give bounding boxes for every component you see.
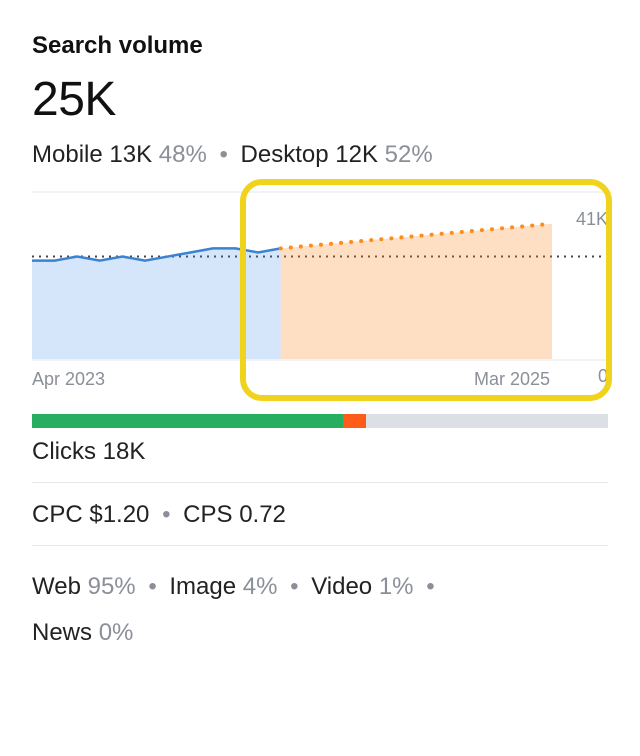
cpc-value: $1.20 [89,501,149,528]
x-label-end: Mar 2025 [474,369,550,390]
desktop-label: Desktop [241,141,329,168]
mobile-label: Mobile [32,141,103,168]
x-label-start: Apr 2023 [32,369,105,390]
image-label: Image [169,573,236,600]
news-label: News [32,619,92,646]
y-tick-top: 41K [576,209,608,230]
desktop-pct: 52% [385,141,433,168]
separator-dot-icon: • [142,573,162,600]
clicks-label: Clicks [32,438,96,465]
search-volume-card: Search volume 25K Mobile 13K 48% • Deskt… [0,0,640,699]
video-pct: 1% [379,573,414,600]
separator-dot-icon: • [420,573,440,600]
volume-value: 25K [32,72,608,127]
device-breakdown: Mobile 13K 48% • Desktop 12K 52% [32,141,608,169]
web-pct: 95% [88,573,136,600]
cps-label: CPS [183,501,232,528]
separator-dot-icon: • [156,501,176,528]
video-label: Video [311,573,372,600]
desktop-value: 12K [335,141,378,168]
channels-row: Web 95% • Image 4% • Video 1% • News 0% [32,545,608,671]
clicks-row: Clicks 18K [32,428,608,482]
news-pct: 0% [99,619,134,646]
clicks-value: 18K [103,438,146,465]
image-pct: 4% [243,573,278,600]
cpc-row: CPC $1.20 • CPS 0.72 [32,482,608,545]
bar-green [32,414,343,428]
web-label: Web [32,573,81,600]
cpc-label: CPC [32,501,83,528]
y-tick-bottom: 0 [598,366,608,387]
mobile-pct: 48% [159,141,207,168]
card-title: Search volume [32,32,608,60]
separator-dot-icon: • [284,573,304,600]
cps-value: 0.72 [239,501,286,528]
bar-grey [366,414,608,428]
distribution-bar [32,414,608,428]
mobile-value: 13K [109,141,152,168]
separator-dot-icon: • [213,141,233,168]
bar-orange [343,414,366,428]
trend-chart: 41K 0 Apr 2023 Mar 2025 [32,191,608,390]
